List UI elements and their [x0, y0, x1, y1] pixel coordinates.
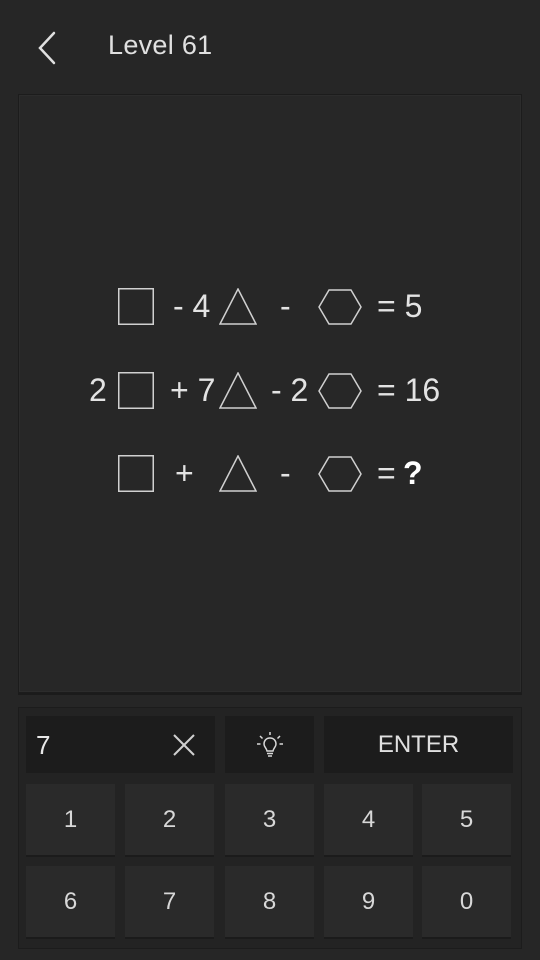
equation-2-result: = 16: [377, 372, 441, 408]
key-2[interactable]: 2: [125, 784, 214, 857]
answer-value: 7: [36, 730, 51, 760]
triangle-icon: [219, 455, 257, 492]
equation-1-result: = 5: [377, 288, 423, 324]
key-9[interactable]: 9: [324, 866, 413, 939]
key-4[interactable]: 4: [324, 784, 413, 857]
key-1[interactable]: 1: [26, 784, 115, 857]
equation-1-operator-1: - 4: [173, 288, 211, 324]
hexagon-icon: [318, 456, 362, 492]
key-6[interactable]: 6: [26, 866, 115, 939]
unknown-answer-mark: ?: [403, 455, 423, 491]
answer-input[interactable]: 7: [26, 716, 215, 773]
key-5[interactable]: 5: [422, 784, 511, 857]
key-0[interactable]: 0: [422, 866, 511, 939]
square-icon: [118, 372, 154, 409]
square-icon: [118, 455, 154, 492]
square-icon: [118, 288, 154, 325]
triangle-icon: [219, 372, 257, 409]
header-bar: Level 61: [0, 0, 540, 94]
clear-button[interactable]: [172, 733, 196, 757]
chevron-left-icon: [38, 31, 56, 65]
level-title: Level 61: [108, 30, 213, 60]
equation-row-3: + - = ?: [0, 449, 540, 499]
equation-2-operator-2: - 2: [271, 372, 309, 408]
hexagon-icon: [318, 373, 362, 409]
equation-2-coefficient: 2: [89, 372, 107, 408]
enter-button[interactable]: ENTER: [324, 716, 513, 773]
triangle-icon: [219, 288, 257, 325]
close-icon: [173, 734, 195, 756]
hint-button[interactable]: [225, 716, 314, 773]
key-7[interactable]: 7: [125, 866, 214, 939]
key-8[interactable]: 8: [225, 866, 314, 939]
lightbulb-icon: [257, 732, 283, 757]
equation-3-operator-2: -: [280, 455, 291, 491]
hexagon-icon: [318, 289, 362, 325]
key-3[interactable]: 3: [225, 784, 314, 857]
equation-row-2: 2 + 7 - 2 = 16: [0, 366, 540, 416]
equation-row-1: - 4 - = 5: [0, 282, 540, 332]
equation-2-operator-1: + 7: [170, 372, 216, 408]
back-button[interactable]: [30, 28, 66, 68]
equation-1-operator-2: -: [280, 288, 291, 324]
equation-3-operator-1: +: [175, 455, 194, 491]
equation-3-result: =: [377, 455, 396, 491]
